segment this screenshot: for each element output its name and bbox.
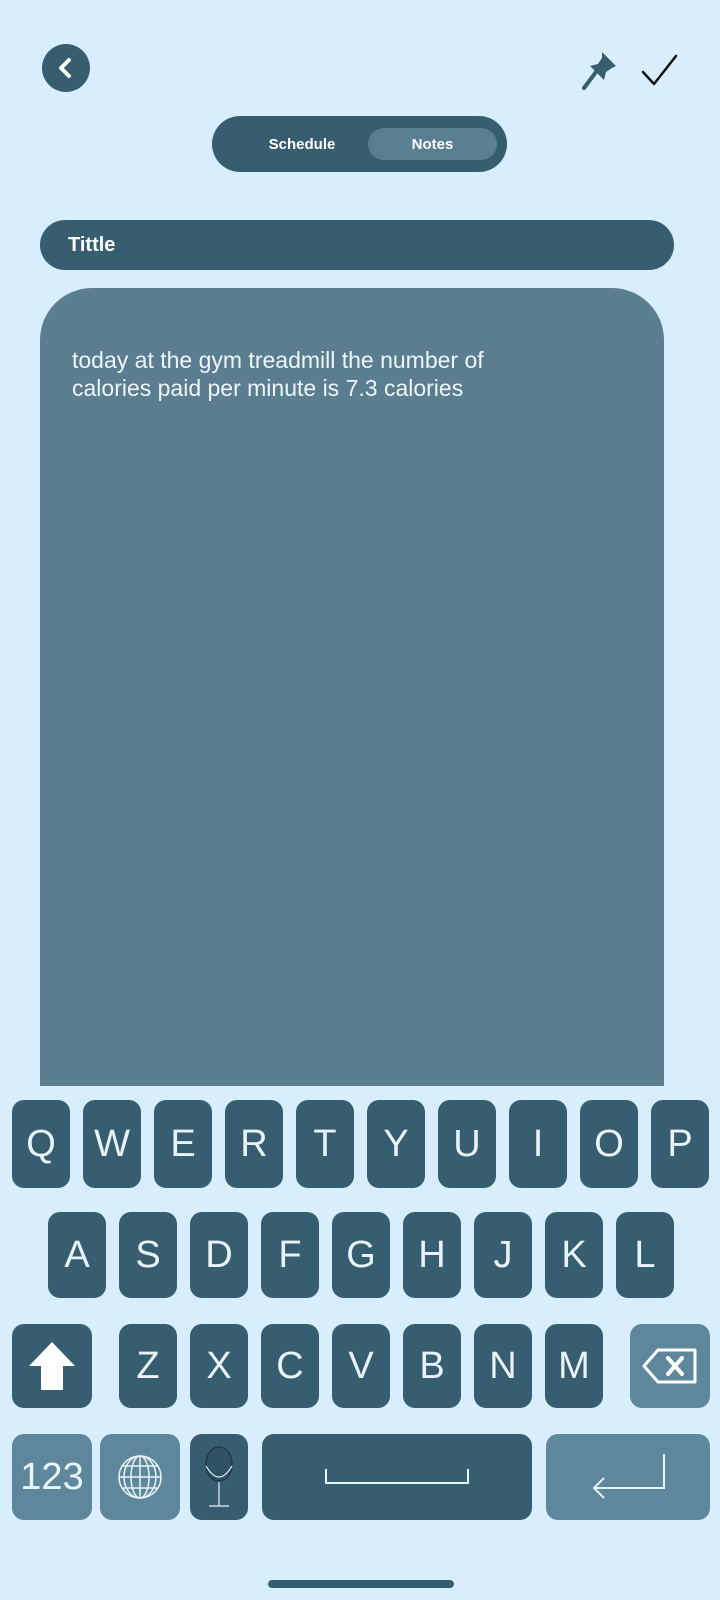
return-icon — [592, 1454, 665, 1499]
space-key[interactable] — [262, 1434, 532, 1520]
key-a[interactable]: A — [48, 1212, 106, 1298]
key-r[interactable]: R — [225, 1100, 283, 1188]
microphone-key[interactable] — [190, 1434, 248, 1520]
backspace-icon — [642, 1348, 697, 1384]
shift-key[interactable] — [12, 1324, 92, 1408]
microphone-icon — [205, 1446, 233, 1507]
key-i[interactable]: I — [509, 1100, 567, 1188]
key-z[interactable]: Z — [119, 1324, 177, 1408]
chevron-left-icon — [59, 58, 71, 78]
backspace-key[interactable] — [630, 1324, 710, 1408]
key-g[interactable]: G — [332, 1212, 390, 1298]
key-v[interactable]: V — [332, 1324, 390, 1408]
shift-arrow-icon — [29, 1342, 75, 1390]
note-body-textarea[interactable]: today at the gym treadmill the number of… — [40, 288, 664, 1088]
key-e[interactable]: E — [154, 1100, 212, 1188]
key-h[interactable]: H — [403, 1212, 461, 1298]
schedule-notes-toggle: Schedule Notes — [212, 116, 507, 172]
key-q[interactable]: Q — [12, 1100, 70, 1188]
pushpin-icon — [582, 52, 616, 90]
globe-icon — [118, 1455, 162, 1499]
key-o[interactable]: O — [580, 1100, 638, 1188]
key-b[interactable]: B — [403, 1324, 461, 1408]
key-l[interactable]: L — [616, 1212, 674, 1298]
key-f[interactable]: F — [261, 1212, 319, 1298]
key-s[interactable]: S — [119, 1212, 177, 1298]
key-x[interactable]: X — [190, 1324, 248, 1408]
globe-key[interactable] — [100, 1434, 180, 1520]
key-w[interactable]: W — [83, 1100, 141, 1188]
on-screen-keyboard: Q W E R T Y U I O P A S D F G H J K L Z … — [0, 1086, 720, 1600]
pin-button[interactable] — [582, 50, 620, 90]
home-indicator[interactable] — [268, 1580, 454, 1588]
key-k[interactable]: K — [545, 1212, 603, 1298]
back-button[interactable] — [42, 44, 90, 92]
checkmark-icon — [641, 54, 678, 86]
key-p[interactable]: P — [651, 1100, 709, 1188]
return-key[interactable] — [546, 1434, 710, 1520]
key-c[interactable]: C — [261, 1324, 319, 1408]
key-u[interactable]: U — [438, 1100, 496, 1188]
key-j[interactable]: J — [474, 1212, 532, 1298]
tab-schedule[interactable]: Schedule — [232, 128, 372, 160]
numbers-key[interactable]: 123 — [12, 1434, 92, 1520]
key-m[interactable]: M — [545, 1324, 603, 1408]
key-y[interactable]: Y — [367, 1100, 425, 1188]
save-check-button[interactable] — [640, 52, 680, 88]
key-t[interactable]: T — [296, 1100, 354, 1188]
tab-notes[interactable]: Notes — [368, 128, 497, 160]
note-title-field[interactable]: Tittle — [40, 220, 674, 270]
key-n[interactable]: N — [474, 1324, 532, 1408]
spacebar-icon — [325, 1469, 469, 1484]
key-d[interactable]: D — [190, 1212, 248, 1298]
